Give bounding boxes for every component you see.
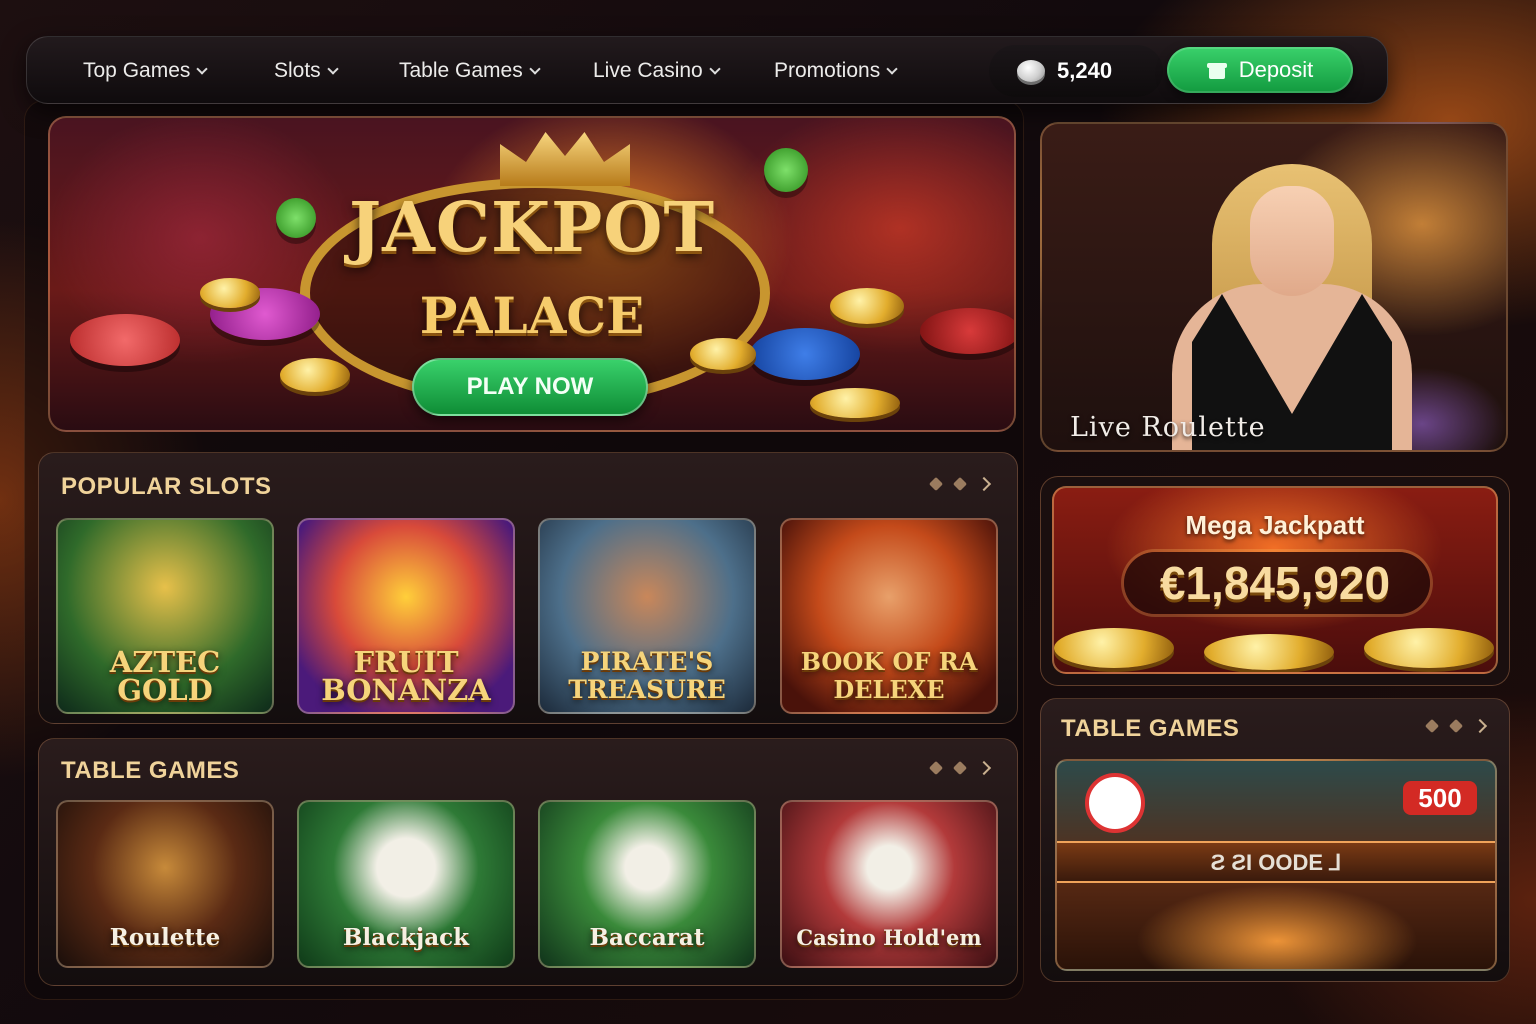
section-title: TABLE GAMES — [61, 757, 240, 784]
game-title: FRUIT BONANZA — [321, 645, 491, 707]
live-roulette-label: Live Roulette — [1070, 412, 1266, 443]
coin-icon — [1017, 60, 1045, 82]
section-title: POPULAR SLOTS — [61, 473, 272, 500]
game-title: BOOK OF RA DELEXE — [800, 647, 978, 704]
score-badge: 500 — [1403, 781, 1477, 815]
mega-jackpot-card[interactable]: Mega Jackpatt €1,845,920 — [1052, 486, 1498, 674]
game-title: Baccarat — [589, 924, 705, 951]
gem-decoration — [764, 148, 808, 192]
nav-table-games[interactable]: Table Games — [399, 37, 541, 105]
table-game-preview[interactable]: 500 Ƨ ƧI OODE ⅃ — [1055, 759, 1497, 971]
jackpot-title: Mega Jackpatt — [1185, 510, 1365, 540]
game-card-blackjack[interactable]: Blackjack — [297, 800, 515, 968]
game-title: PIRATE'S TREASURE — [568, 647, 726, 704]
gold-coin-decoration — [810, 388, 900, 418]
nav-live-casino[interactable]: Live Casino — [593, 37, 721, 105]
hero-subtitle: PALACE — [419, 286, 645, 345]
game-card-baccarat[interactable]: Baccarat — [538, 800, 756, 968]
gold-coin-decoration — [1364, 628, 1494, 668]
side-table-games-section: TABLE GAMES 500 Ƨ ƧI OODE ⅃ — [1040, 698, 1510, 982]
gift-icon — [1206, 60, 1227, 80]
table-banner-text: Ƨ ƧI OODE ⅃ — [1210, 850, 1342, 875]
table-banner: Ƨ ƧI OODE ⅃ — [1057, 841, 1495, 883]
chevron-down-icon — [886, 62, 898, 75]
gold-coin-decoration — [1204, 634, 1334, 670]
game-card-casino-holdem[interactable]: Casino Hold'em — [780, 800, 998, 968]
play-now-button[interactable]: PLAY NOW — [412, 358, 648, 416]
nav-label: Live Casino — [593, 59, 703, 82]
carousel-next-icon[interactable] — [1472, 718, 1488, 734]
chevron-down-icon — [196, 62, 209, 75]
carousel-prev-icon[interactable] — [928, 476, 944, 492]
carousel-controls — [928, 760, 992, 776]
live-roulette-card[interactable]: Live Roulette — [1040, 122, 1508, 452]
game-title: Roulette — [109, 924, 221, 951]
dealer-image — [1250, 186, 1334, 296]
chevron-down-icon — [529, 62, 541, 75]
carousel-dot-icon[interactable] — [952, 760, 968, 776]
nav-slots[interactable]: Slots — [274, 37, 339, 105]
crown-icon — [500, 132, 630, 186]
balance-value: 5,240 — [1057, 58, 1113, 83]
chevron-down-icon — [327, 62, 339, 75]
deposit-button[interactable]: Deposit — [1167, 47, 1353, 93]
game-logo-icon — [1085, 773, 1145, 833]
carousel-prev-icon[interactable] — [928, 760, 944, 776]
nav-promotions[interactable]: Promotions — [774, 37, 898, 105]
nav-label: Promotions — [774, 59, 881, 82]
carousel-next-icon[interactable] — [976, 760, 992, 776]
game-card-book-of-ra[interactable]: BOOK OF RA DELEXE — [780, 518, 998, 714]
game-card-pirates-treasure[interactable]: PIRATE'S TREASURE — [538, 518, 756, 714]
carousel-prev-icon[interactable] — [1424, 718, 1440, 734]
top-nav: Top Games Slots Table Games Live Casino … — [26, 36, 1388, 104]
carousel-controls — [1424, 718, 1488, 734]
carousel-dot-icon[interactable] — [952, 476, 968, 492]
balance-display[interactable]: 5,240 — [989, 45, 1163, 97]
jackpot-amount: €1,845,920 — [1159, 557, 1391, 609]
game-title: Blackjack — [342, 924, 470, 951]
game-card-roulette[interactable]: Roulette — [56, 800, 274, 968]
chevron-down-icon — [709, 62, 721, 75]
game-title: Casino Hold'em — [796, 925, 982, 950]
hero-banner[interactable]: JACKPOT PALACE PLAY NOW — [48, 116, 1016, 432]
gold-coin-decoration — [1054, 628, 1174, 668]
nav-label: Top Games — [83, 59, 191, 82]
carousel-dot-icon[interactable] — [1448, 718, 1464, 734]
nav-top-games[interactable]: Top Games — [83, 37, 209, 105]
nav-label: Table Games — [399, 59, 523, 82]
carousel-controls — [928, 476, 992, 492]
nav-label: Slots — [274, 59, 321, 82]
deposit-label: Deposit — [1238, 57, 1314, 82]
game-title: AZTEC GOLD — [109, 645, 221, 707]
game-card-fruit-bonanza[interactable]: FRUIT BONANZA — [297, 518, 515, 714]
gold-coin-decoration — [280, 358, 350, 392]
carousel-next-icon[interactable] — [976, 476, 992, 492]
section-title: TABLE GAMES — [1061, 715, 1240, 742]
hero-title: JACKPOT — [348, 188, 716, 268]
game-card-aztec-gold[interactable]: AZTEC GOLD — [56, 518, 274, 714]
